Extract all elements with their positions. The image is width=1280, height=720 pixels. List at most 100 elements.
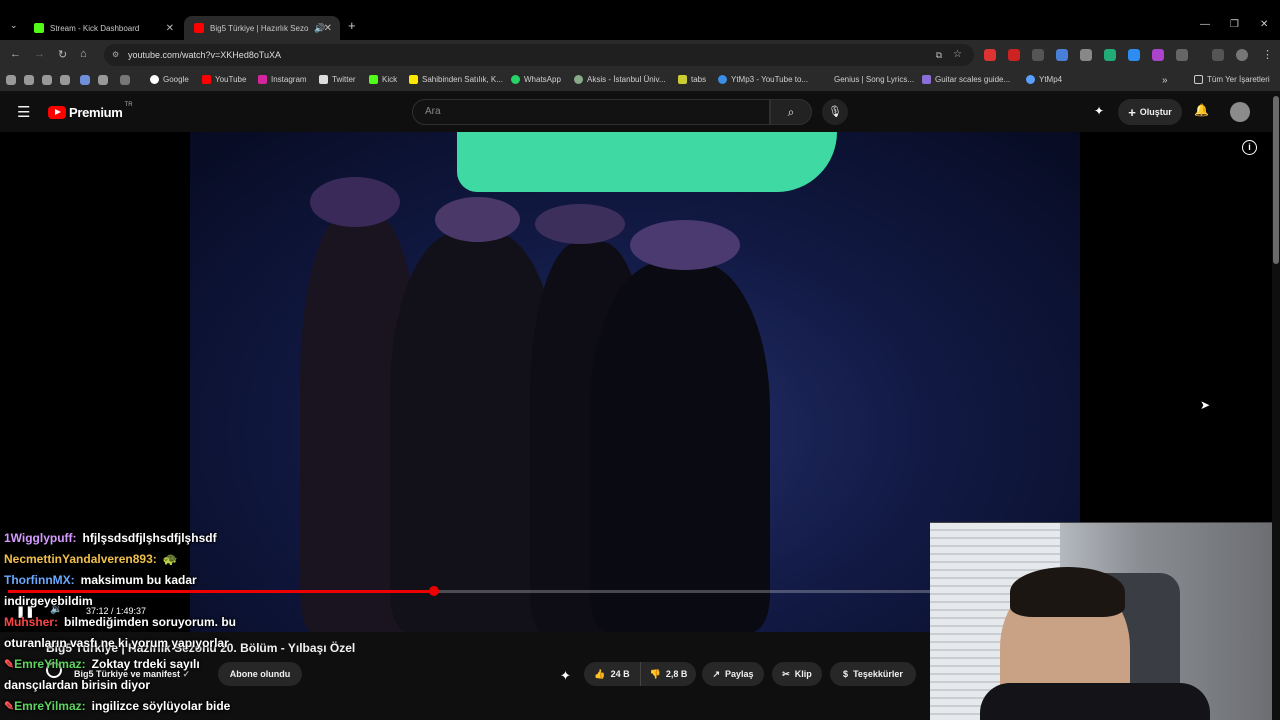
browser-tab-bar: ⌄ Stream - Kick Dashboard ✕ Big5 Türkiye… [0, 0, 1280, 40]
chat-username: NecmettinYandalveren893: [4, 552, 157, 566]
stage-screen-graphic [457, 132, 837, 192]
back-icon[interactable]: ← [10, 48, 21, 60]
chat-username: Muhsher: [4, 615, 58, 629]
extension-icon[interactable] [1032, 49, 1044, 61]
scrollbar-thumb[interactable] [1273, 96, 1279, 264]
extension-icon[interactable] [1104, 49, 1116, 61]
avatar[interactable] [1230, 102, 1250, 122]
thumbs-down-icon: 👎 [649, 668, 661, 679]
site-info-icon[interactable]: ⚙ [112, 44, 119, 66]
url-text: youtube.com/watch?v=XKHed8oTuXA [128, 50, 282, 60]
profile-avatar-icon[interactable] [1236, 49, 1248, 61]
bookmark-folder-icon[interactable] [24, 75, 34, 85]
kick-icon [369, 75, 378, 84]
chat-message: dansçılardan birisin diyor [4, 678, 150, 692]
create-button[interactable]: + Oluştur [1118, 99, 1182, 125]
progress-scrubber[interactable] [428, 586, 439, 596]
chat-badge-icon: ✎ [4, 699, 15, 713]
url-field[interactable]: ⚙ youtube.com/watch?v=XKHed8oTuXA ⧉ ☆ [104, 44, 974, 66]
dancer-hat [310, 177, 400, 227]
bookmark-whatsapp[interactable]: WhatsApp [511, 75, 561, 84]
tab-title: Big5 Türkiye | Hazırlık Sezo [210, 23, 309, 33]
youtube-logo[interactable]: Premium TR [48, 102, 133, 120]
share-button[interactable]: ↗ Paylaş [702, 662, 764, 686]
install-app-icon[interactable]: ⧉ [936, 44, 942, 66]
bookmark-folder-icon[interactable] [6, 75, 16, 85]
search-input[interactable]: Ara [412, 99, 770, 125]
close-tab-icon[interactable]: ✕ [324, 23, 332, 34]
dislike-button[interactable]: 👎 2,8 B [640, 662, 696, 686]
bookmark-sahibinden[interactable]: Sahibinden Satılık, K... [409, 75, 503, 84]
kick-favicon-icon [34, 23, 44, 33]
bookmark-guitar-scales[interactable]: Guitar scales guide... [922, 75, 1010, 84]
bookmark-folder-icon[interactable] [42, 75, 52, 85]
forward-icon[interactable]: → [34, 48, 45, 60]
chat-message: ✎EmreYilmaz: Zoktay trdeki sayılı [4, 657, 200, 671]
twitter-icon [319, 75, 328, 84]
tabs-icon [678, 75, 687, 84]
search-icon: ⌕ [787, 105, 795, 119]
chat-text: indirgeyebildim [4, 594, 93, 608]
ask-sparkle-icon[interactable]: ✦ [560, 668, 571, 684]
tab-youtube-video[interactable]: Big5 Türkiye | Hazırlık Sezo 🔊 ✕ [184, 16, 340, 40]
close-tab-icon[interactable]: ✕ [166, 23, 174, 34]
reload-icon[interactable]: ↻ [58, 48, 67, 61]
extension-icon[interactable] [1128, 49, 1140, 61]
info-icon[interactable]: i [1242, 140, 1257, 155]
notifications-bell-icon[interactable]: 🔔 [1194, 103, 1209, 117]
gemini-sparkle-icon[interactable]: ✦ [1094, 104, 1104, 118]
menu-kebab-icon[interactable]: ⋮ [1262, 48, 1273, 61]
bookmark-aksis[interactable]: Aksis - İstanbul Üniv... [574, 75, 666, 84]
extension-icon[interactable] [984, 49, 996, 61]
folder-icon [1194, 75, 1203, 84]
extension-icon[interactable] [1080, 49, 1092, 61]
sahibinden-icon [409, 75, 418, 84]
chat-username: ThorfinnMX: [4, 573, 75, 587]
chat-text: Zoktay trdeki sayılı [91, 657, 200, 671]
apps-grid-icon[interactable] [120, 75, 130, 85]
more-bookmarks-icon[interactable]: » [1162, 75, 1168, 86]
chat-text: maksimum bu kadar [80, 573, 197, 587]
voice-search-button[interactable]: 🎙 [822, 99, 848, 125]
extension-icon[interactable] [1152, 49, 1164, 61]
bookmark-folder-icon[interactable] [98, 75, 108, 85]
bookmark-twitter[interactable]: Twitter [319, 75, 356, 84]
minimize-icon[interactable]: — [1200, 19, 1210, 30]
bookmark-instagram[interactable]: Instagram [258, 75, 307, 84]
tab-kick-dashboard[interactable]: Stream - Kick Dashboard ✕ [24, 16, 182, 40]
window-close-icon[interactable]: ✕ [1260, 19, 1268, 30]
bookmark-folder-icon[interactable] [60, 75, 70, 85]
home-icon[interactable]: ⌂ [80, 48, 87, 60]
bookmark-tabs[interactable]: tabs [678, 75, 706, 84]
media-controls-icon[interactable] [1212, 49, 1224, 61]
bookmark-genius[interactable]: Genius | Song Lyrics... [834, 75, 914, 84]
extensions-puzzle-icon[interactable] [1176, 49, 1188, 61]
bookmark-folder-icon[interactable] [80, 75, 90, 85]
chat-badge-icon: ✎ [4, 657, 15, 671]
tab-list-chevron-icon[interactable]: ⌄ [10, 20, 18, 31]
search-button[interactable]: ⌕ [770, 99, 812, 125]
search-placeholder: Ara [425, 106, 441, 117]
extension-icon[interactable] [1008, 49, 1020, 61]
bookmark-youtube[interactable]: YouTube [202, 75, 246, 84]
like-button[interactable]: 👍 24 B [584, 662, 640, 686]
share-icon: ↗ [712, 668, 720, 679]
tab-title: Stream - Kick Dashboard [50, 23, 140, 33]
clip-button[interactable]: ✂ Klip [772, 662, 822, 686]
hamburger-menu-icon[interactable]: ☰ [17, 103, 30, 121]
all-bookmarks[interactable]: Tüm Yer İşaretleri [1194, 75, 1270, 84]
extension-icon[interactable] [1056, 49, 1068, 61]
bookmark-google[interactable]: Google [150, 75, 189, 84]
chat-message: ✎EmreYilmaz: ingilizce söylüyolar bide [4, 699, 230, 713]
thanks-button[interactable]: $ Teşekkürler [830, 662, 916, 686]
restore-icon[interactable]: ❐ [1230, 19, 1239, 30]
bookmark-ytmp4[interactable]: YtMp4 [1026, 75, 1062, 84]
chat-message: 1Wigglypuff: hfjlşsdsdfjlşhsdfjlşhsdf [4, 531, 217, 545]
new-tab-icon[interactable]: + [348, 18, 356, 33]
bookmark-kick[interactable]: Kick [369, 75, 397, 84]
ytmp4-icon [1026, 75, 1035, 84]
subscribed-button[interactable]: Abone olundu [218, 662, 302, 686]
bookmark-star-icon[interactable]: ☆ [953, 44, 962, 66]
thumbs-up-icon: 👍 [594, 668, 606, 679]
bookmark-ytmp3[interactable]: YtMp3 - YouTube to... [718, 75, 808, 84]
